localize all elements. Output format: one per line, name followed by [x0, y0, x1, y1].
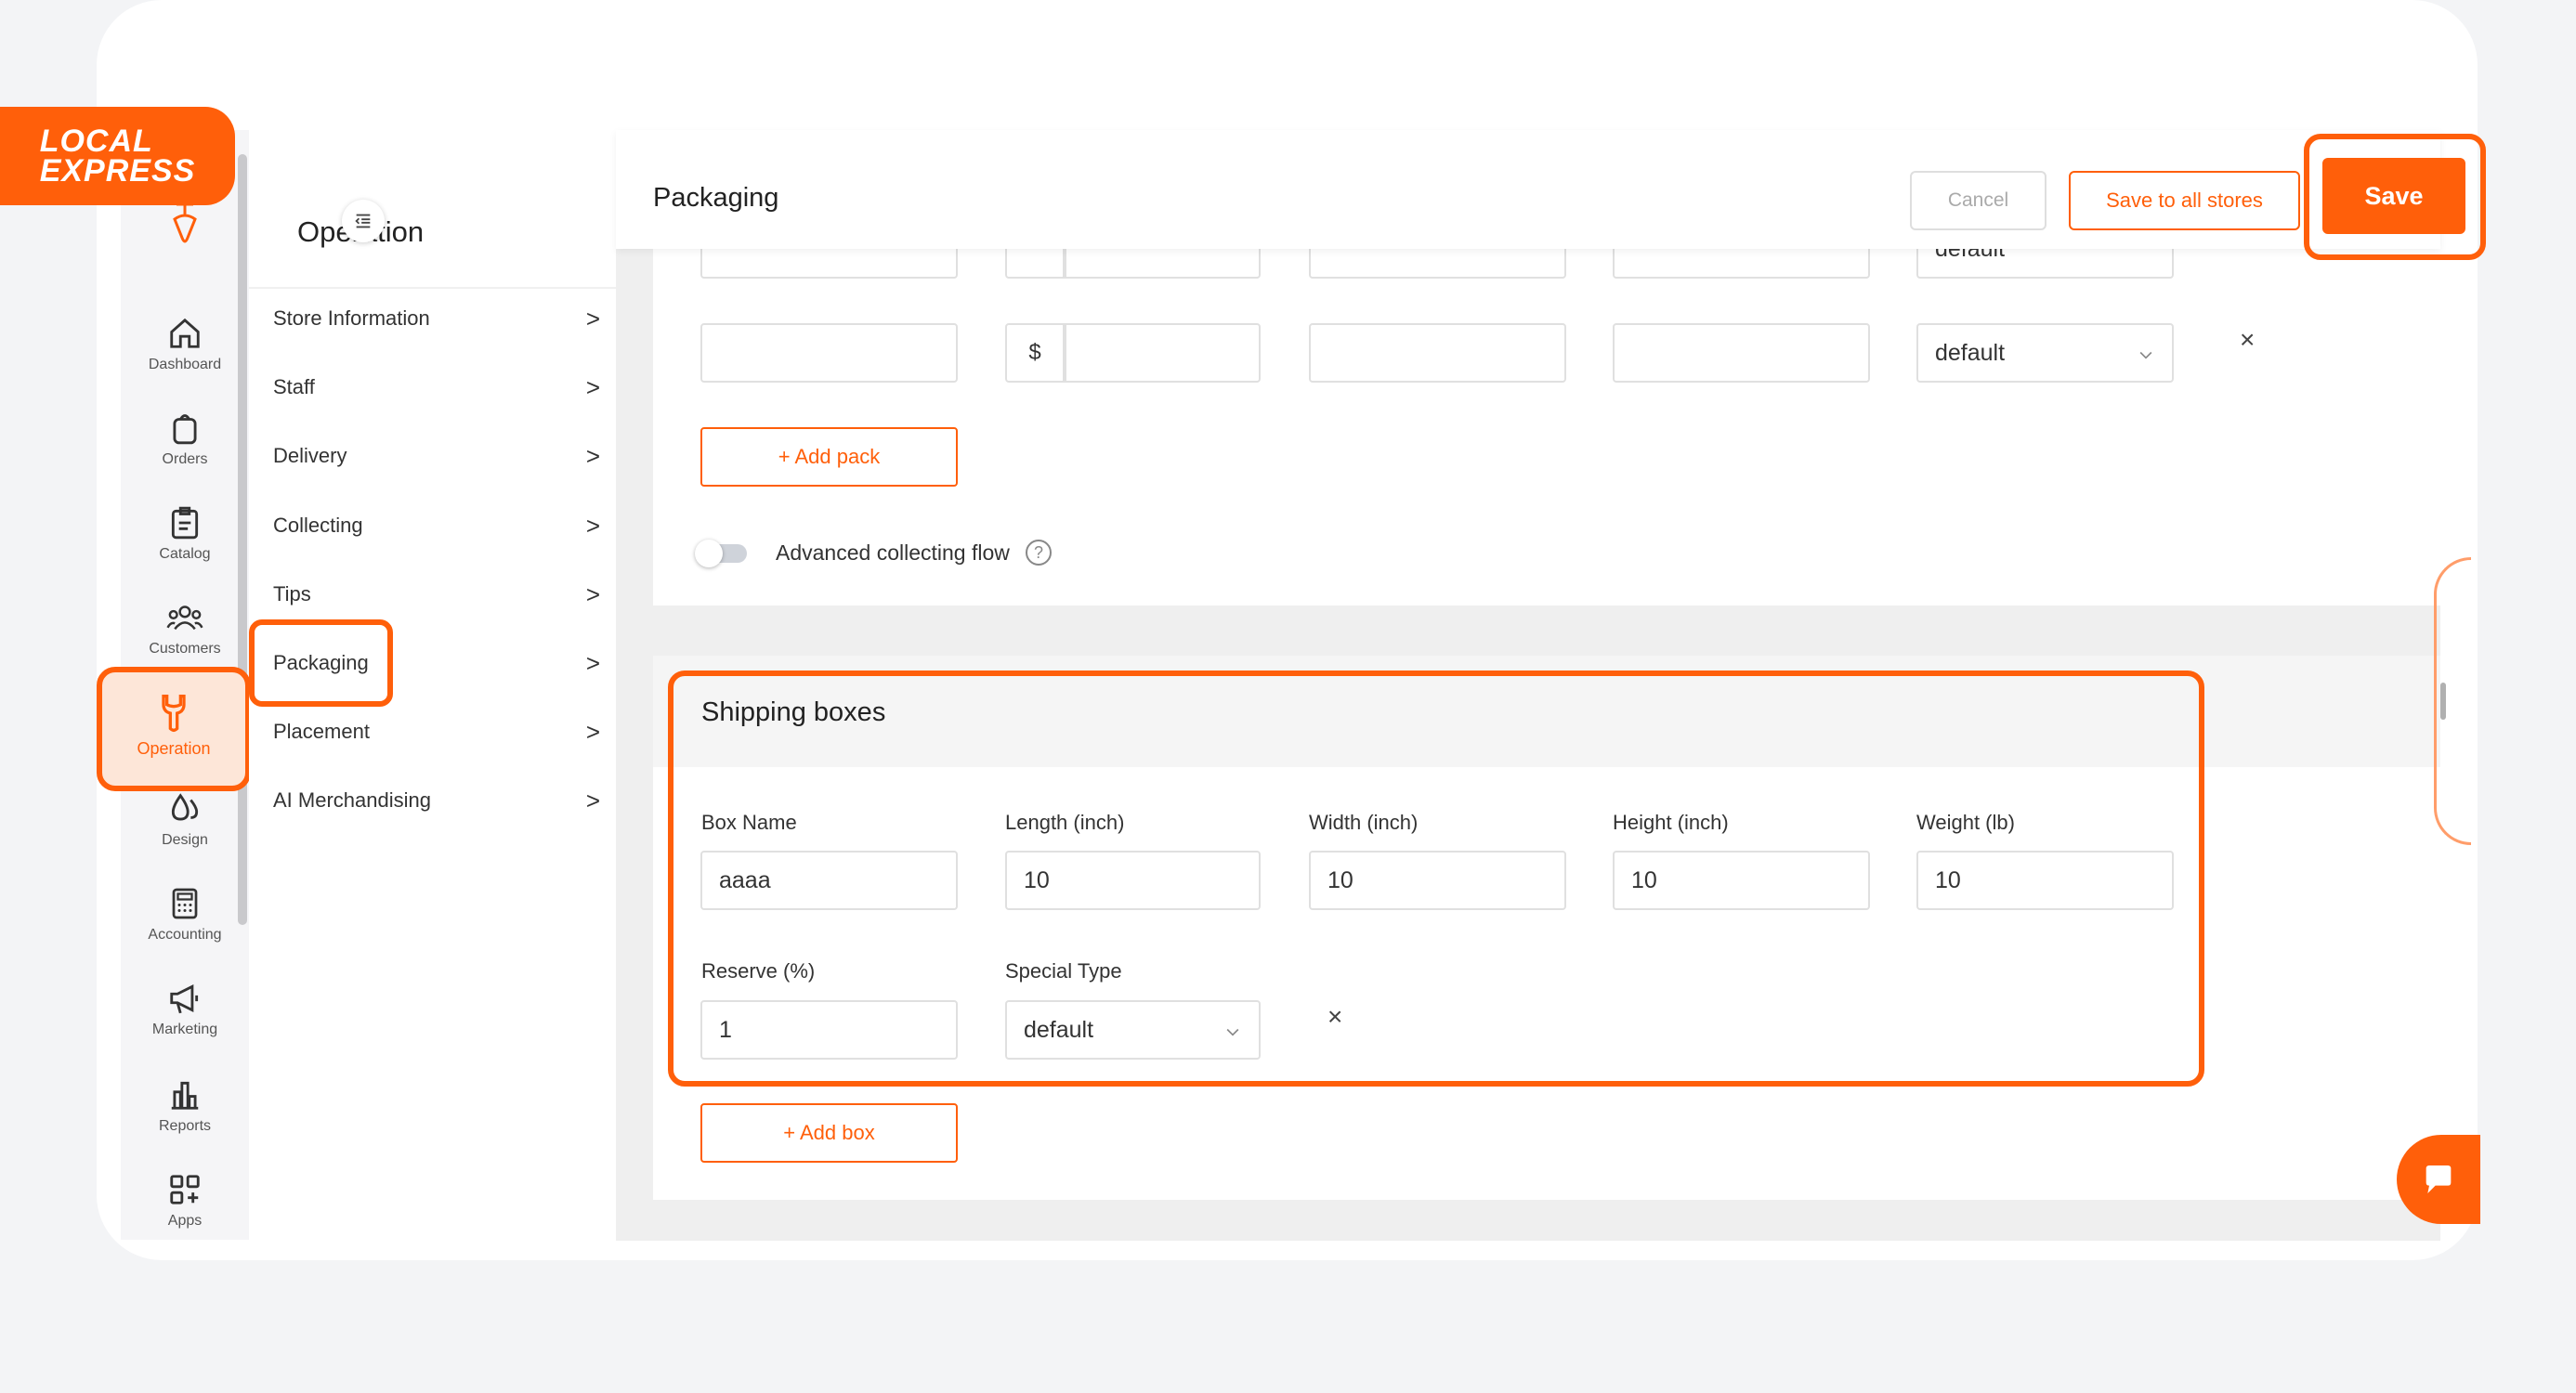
pack-name-input[interactable]	[700, 323, 958, 383]
currency-prefix: $	[1005, 323, 1065, 383]
rail-item-dashboard[interactable]: Dashboard	[121, 316, 249, 373]
rail-label: Operation	[137, 739, 211, 758]
shipping-boxes-highlight	[668, 670, 2204, 1087]
advanced-collecting-toggle[interactable]	[695, 540, 747, 567]
menu-item-label: AI Merchandising	[273, 788, 431, 812]
apps-grid-icon	[170, 1175, 200, 1204]
rail-item-orders[interactable]: Orders	[121, 410, 249, 468]
clipboard-icon	[171, 506, 199, 540]
remove-pack-button[interactable]: ×	[2240, 325, 2255, 355]
add-box-button[interactable]: + Add box	[700, 1103, 958, 1163]
bar-chart-icon	[171, 1081, 199, 1110]
menu-item-label: Staff	[273, 375, 315, 398]
rail-label: Reports	[158, 1118, 212, 1134]
dropper-icon	[121, 202, 249, 247]
logo-line-2: EXPRESS	[39, 153, 196, 189]
rail-item-marketing[interactable]: Marketing	[121, 981, 249, 1038]
menu-item-ai-merchandising[interactable]: AI Merchandising >	[273, 777, 600, 824]
menu-item-label: Placement	[273, 720, 370, 743]
chevron-down-icon	[2139, 351, 2152, 359]
rail-label: Orders	[162, 451, 208, 467]
rail-label: Accounting	[148, 927, 222, 943]
rail-item-customers[interactable]: Customers	[121, 600, 249, 657]
chat-bubble-icon	[2426, 1165, 2452, 1193]
calculator-icon	[172, 888, 198, 919]
home-icon	[170, 318, 200, 348]
logo-line-1: LOCAL	[39, 124, 153, 159]
brand-logo[interactable]: LOCAL EXPRESS	[0, 107, 235, 205]
rail-item-catalog[interactable]: Catalog	[121, 505, 249, 563]
app-window: LOCAL EXPRESS Dashboard Orders Catalog C…	[0, 0, 2576, 1393]
menu-item-delivery[interactable]: Delivery >	[273, 433, 600, 479]
select-value: default	[1935, 339, 2006, 366]
rail-item-apps[interactable]: Apps	[121, 1172, 249, 1230]
menu-item-collecting[interactable]: Collecting >	[273, 502, 600, 549]
menu-item-staff[interactable]: Staff >	[273, 364, 600, 410]
rail-label: Dashboard	[148, 357, 222, 372]
bag-icon	[173, 414, 197, 445]
wrench-icon	[162, 695, 186, 732]
menu-item-tips[interactable]: Tips >	[273, 571, 600, 618]
rail-label: Catalog	[159, 546, 211, 562]
rail-label: Design	[162, 832, 208, 848]
menu-item-label: Tips	[273, 582, 311, 605]
save-to-all-stores-button[interactable]: Save to all stores	[2069, 171, 2300, 230]
users-icon	[166, 605, 203, 631]
page-header: Packaging Cancel Save to all stores Save	[616, 130, 2486, 260]
page-title: Packaging	[653, 183, 779, 213]
rail-label: Customers	[149, 641, 221, 657]
menu-item-store-information[interactable]: Store Information >	[273, 295, 600, 342]
chat-launcher[interactable]	[2397, 1135, 2480, 1224]
rail-item-design[interactable]: Design	[121, 791, 249, 849]
menu-item-label: Packaging	[249, 619, 393, 707]
scroll-handle[interactable]	[2440, 683, 2446, 720]
chevron-right-icon: >	[585, 786, 600, 814]
chevron-right-icon: >	[585, 511, 600, 540]
menu-item-label: Collecting	[273, 514, 363, 537]
menu-item-placement[interactable]: Placement >	[273, 709, 600, 755]
rail-item-reports[interactable]: Reports	[121, 1077, 249, 1135]
toggle-knob	[695, 540, 723, 567]
menu-divider	[249, 287, 616, 289]
chevron-right-icon: >	[585, 579, 600, 608]
currency-symbol: $	[1028, 340, 1041, 365]
rail-item-accounting[interactable]: Accounting	[121, 886, 249, 944]
add-pack-button[interactable]: + Add pack	[700, 427, 958, 487]
advanced-collecting-label: Advanced collecting flow	[776, 540, 1010, 565]
side-panel-edge	[2434, 557, 2471, 845]
menu-item-label: Delivery	[273, 444, 347, 467]
chevron-right-icon: >	[585, 304, 600, 332]
pack-price-input[interactable]	[1065, 323, 1261, 383]
save-button[interactable]: Save	[2322, 158, 2465, 234]
chevron-right-icon: >	[585, 372, 600, 401]
collapse-icon	[355, 214, 371, 228]
menu-item-label: Store Information	[273, 306, 430, 330]
rail-label: Apps	[167, 1213, 203, 1229]
menu-item-packaging[interactable]: Packaging >	[249, 619, 600, 707]
help-icon[interactable]: ?	[1026, 540, 1052, 566]
pack-type-select[interactable]: default	[1916, 323, 2174, 383]
drops-icon	[171, 793, 199, 821]
cancel-button[interactable]: Cancel	[1910, 171, 2046, 230]
pack-field-input[interactable]	[1309, 323, 1566, 383]
megaphone-icon	[170, 984, 199, 1014]
rail-label: Marketing	[151, 1022, 218, 1037]
rail-item-operation[interactable]: Operation	[97, 667, 251, 791]
chevron-right-icon: >	[585, 717, 600, 746]
chevron-right-icon: >	[585, 441, 600, 470]
chevron-right-icon: >	[585, 648, 600, 677]
pack-field-input[interactable]	[1613, 323, 1870, 383]
collapse-menu-button[interactable]	[342, 200, 385, 242]
